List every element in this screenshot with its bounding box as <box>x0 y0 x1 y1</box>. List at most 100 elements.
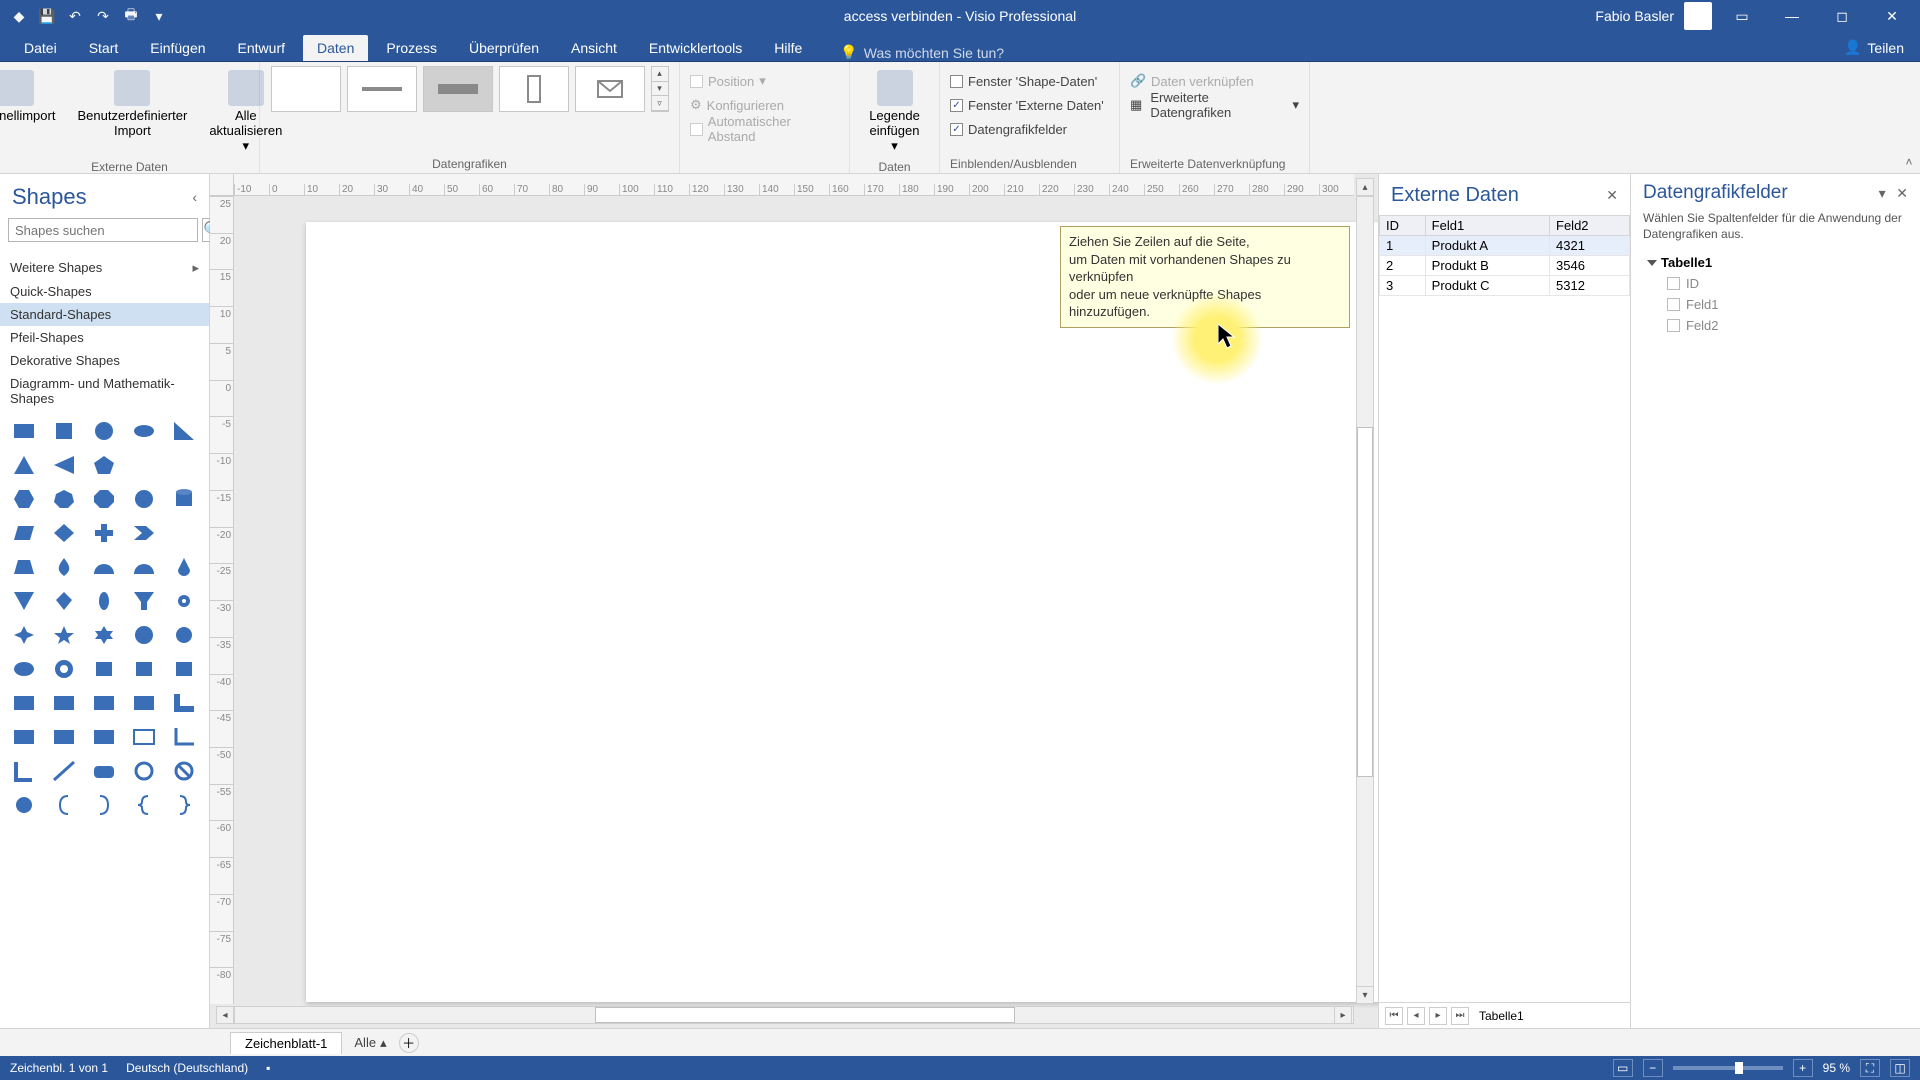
shape-kite[interactable] <box>48 588 80 614</box>
datengrafiken-gallery[interactable]: ▴▾▿ <box>271 66 669 112</box>
shape-cube2[interactable] <box>128 656 160 682</box>
shape-star7[interactable] <box>128 622 160 648</box>
zoom-slider[interactable] <box>1673 1066 1783 1070</box>
shape-hexagon[interactable] <box>8 486 40 512</box>
col-feld1[interactable]: Feld1 <box>1425 216 1549 236</box>
shape-donut[interactable] <box>48 656 80 682</box>
avatar[interactable] <box>1684 2 1712 30</box>
shape-corner[interactable] <box>168 724 200 750</box>
fenster-externe-daten-checkbox[interactable]: ✓Fenster 'Externe Daten' <box>950 94 1104 116</box>
shape-trapezoid[interactable] <box>8 554 40 580</box>
shape-star4[interactable] <box>8 622 40 648</box>
col-id[interactable]: ID <box>1380 216 1426 236</box>
add-sheet-icon[interactable]: ＋ <box>399 1033 419 1053</box>
tab-entwicklertools[interactable]: Entwicklertools <box>635 35 756 61</box>
shape-funnel[interactable] <box>128 588 160 614</box>
shape-blank[interactable] <box>168 452 200 478</box>
shape-heptagon[interactable] <box>48 486 80 512</box>
zoom-level[interactable]: 95 % <box>1823 1061 1850 1075</box>
minimize-icon[interactable]: — <box>1772 0 1812 32</box>
shape-triangle[interactable] <box>8 452 40 478</box>
table-row[interactable]: 3 Produkt C 5312 <box>1380 276 1630 296</box>
scroll-down-icon[interactable]: ▾ <box>1356 986 1374 1004</box>
nav-last-icon[interactable]: ⏭ <box>1451 1007 1469 1025</box>
shape-pentagon[interactable] <box>88 452 120 478</box>
shape-cube3[interactable] <box>168 656 200 682</box>
close-pane-icon[interactable]: ✕ <box>1606 187 1618 204</box>
nav-prev-icon[interactable]: ◂ <box>1407 1007 1425 1025</box>
pan-zoom-icon[interactable]: ◫ <box>1890 1059 1910 1077</box>
shape-cube[interactable] <box>88 656 120 682</box>
shape-rectangle[interactable] <box>8 418 40 444</box>
checkbox[interactable] <box>1667 319 1680 332</box>
shape-frame[interactable] <box>8 690 40 716</box>
scroll-right-icon[interactable]: ▸ <box>1334 1006 1352 1024</box>
shape-parallelogram[interactable] <box>8 520 40 546</box>
fit-page-icon[interactable]: ⛶ <box>1860 1059 1880 1077</box>
shape-ring[interactable] <box>128 758 160 784</box>
shape-frame4[interactable] <box>128 690 160 716</box>
shape-circle[interactable] <box>88 418 120 444</box>
pane-menu-icon[interactable]: ▾ <box>1879 185 1886 201</box>
shape-box3[interactable] <box>88 724 120 750</box>
shape-star6[interactable] <box>88 622 120 648</box>
tab-datei[interactable]: Datei <box>10 35 71 61</box>
shape-dot[interactable] <box>8 792 40 818</box>
shape-line[interactable] <box>48 758 80 784</box>
cat-quick-shapes[interactable]: Quick-Shapes <box>0 280 209 303</box>
nav-next-icon[interactable]: ▸ <box>1429 1007 1447 1025</box>
shape-can[interactable] <box>168 486 200 512</box>
shape-blank[interactable] <box>128 452 160 478</box>
shape-frame3[interactable] <box>88 690 120 716</box>
shape-semicircle[interactable] <box>128 554 160 580</box>
shape-box-outline[interactable] <box>128 724 160 750</box>
shape-rounded[interactable] <box>88 758 120 784</box>
share-button[interactable]: 👤 Teilen <box>1828 34 1920 61</box>
shape-plus[interactable] <box>88 520 120 546</box>
close-pane-icon[interactable]: ✕ <box>1896 185 1908 201</box>
tab-ueberpruefen[interactable]: Überprüfen <box>455 35 553 61</box>
cat-weitere-shapes[interactable]: Weitere Shapes▸ <box>0 256 209 280</box>
gallery-item[interactable] <box>499 66 569 112</box>
legende-einfuegen-button[interactable]: Legende einfügen ▾ <box>860 66 929 158</box>
benutzerdef-import-button[interactable]: Benutzerdefinierter Import <box>71 66 193 143</box>
tree-field-feld1[interactable]: Feld1 <box>1643 294 1908 315</box>
maximize-icon[interactable]: ◻ <box>1822 0 1862 32</box>
zoom-out-icon[interactable]: − <box>1643 1059 1663 1077</box>
shape-triangle-left[interactable] <box>48 452 80 478</box>
erw-datengrafiken-button[interactable]: ▦Erweiterte Datengrafiken ▾ <box>1130 94 1299 116</box>
shape-drop[interactable] <box>48 554 80 580</box>
drawing-canvas[interactable]: -100102030405060708090100110120130140150… <box>210 174 1378 1028</box>
fenster-shapedaten-checkbox[interactable]: Fenster 'Shape-Daten' <box>950 70 1104 92</box>
tab-hilfe[interactable]: Hilfe <box>760 35 816 61</box>
shape-arc[interactable] <box>88 554 120 580</box>
shape-no[interactable] <box>168 758 200 784</box>
shape-burst[interactable] <box>168 622 200 648</box>
shape-rect-r[interactable] <box>8 656 40 682</box>
shape-circle2[interactable] <box>128 486 160 512</box>
collapse-ribbon-icon[interactable]: ˄ <box>1898 62 1920 173</box>
scrollbar-thumb[interactable] <box>595 1007 1015 1023</box>
shape-bracket-open[interactable] <box>48 792 80 818</box>
col-feld2[interactable]: Feld2 <box>1550 216 1630 236</box>
tree-root[interactable]: Tabelle1 <box>1643 252 1908 273</box>
shape-brace-close[interactable] <box>168 792 200 818</box>
undo-icon[interactable]: ↶ <box>64 5 86 27</box>
qat-dropdown-icon[interactable]: ▾ <box>148 5 170 27</box>
cat-standard-shapes[interactable]: Standard-Shapes <box>0 303 209 326</box>
redo-icon[interactable]: ↷ <box>92 5 114 27</box>
macro-record-icon[interactable]: ▪ <box>266 1061 270 1075</box>
cat-pfeil-shapes[interactable]: Pfeil-Shapes <box>0 326 209 349</box>
shape-star5[interactable] <box>48 622 80 648</box>
zoom-in-icon[interactable]: + <box>1793 1059 1813 1077</box>
table-row[interactable]: 2 Produkt B 3546 <box>1380 256 1630 276</box>
datengrafikfelder-checkbox[interactable]: ✓Datengrafikfelder <box>950 118 1104 140</box>
tab-ansicht[interactable]: Ansicht <box>557 35 631 61</box>
shape-tri-down[interactable] <box>8 588 40 614</box>
checkbox[interactable] <box>1667 298 1680 311</box>
language-indicator[interactable]: Deutsch (Deutschland) <box>126 1061 248 1075</box>
tab-start[interactable]: Start <box>75 35 133 61</box>
horizontal-scrollbar[interactable] <box>234 1006 1354 1024</box>
shape-blank[interactable] <box>168 520 200 546</box>
gallery-item[interactable] <box>423 66 493 112</box>
